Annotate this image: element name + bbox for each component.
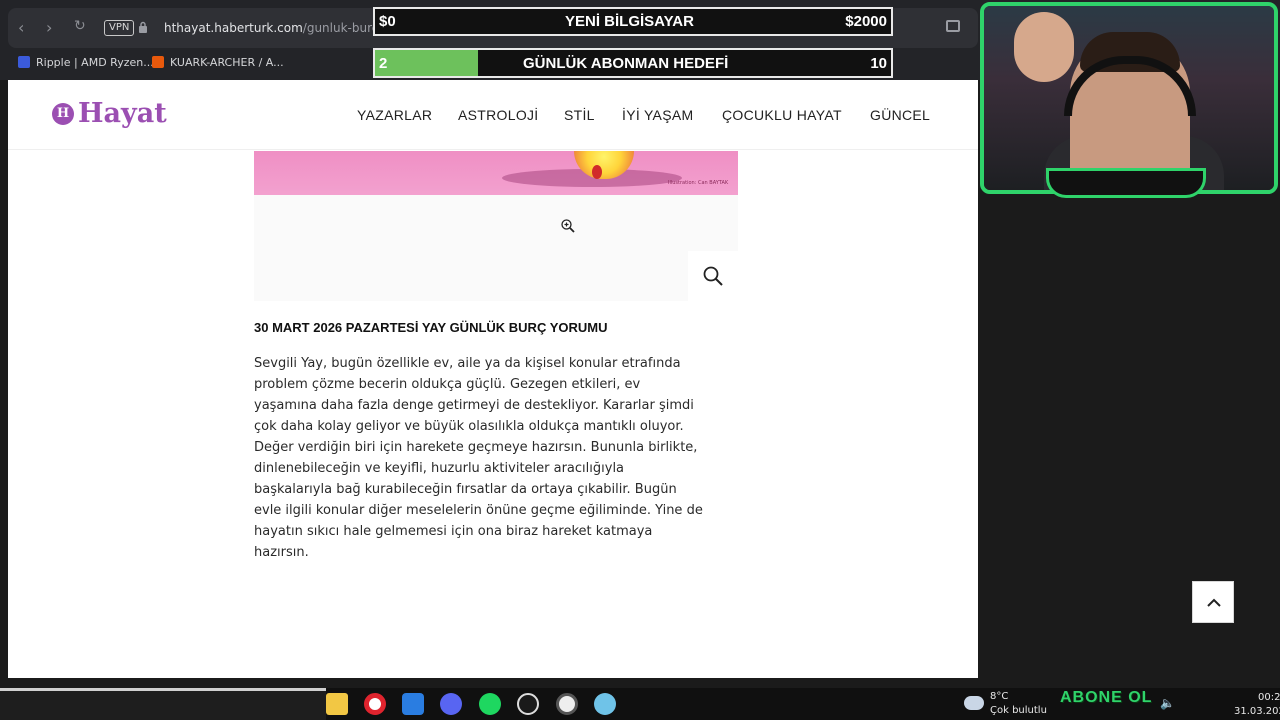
goal-progress-fill xyxy=(375,50,479,76)
webcam-overlay xyxy=(980,2,1278,194)
webcam-hand xyxy=(1014,12,1074,82)
spotify-icon[interactable] xyxy=(479,693,501,715)
weather-desc[interactable]: Çok bulutlu xyxy=(990,705,1047,716)
zoom-in-cursor-icon xyxy=(561,219,575,233)
webcam-frame-tab xyxy=(1046,168,1206,198)
discord-icon[interactable] xyxy=(440,693,462,715)
article-line: başkalarıyla bağ kurabileceğin fırsatlar… xyxy=(254,482,677,497)
article-line: evle ilgili konular diğer meselelerin ön… xyxy=(254,503,703,518)
article-line: Sevgili Yay, bugün özellikle ev, aile ya… xyxy=(254,356,681,371)
reload-icon[interactable]: ↻ xyxy=(74,18,86,34)
goal-title: GÜNLÜK ABONMAN HEDEFİ xyxy=(523,55,729,72)
article-image[interactable]: Illustration: Can BAYTAK xyxy=(254,151,738,195)
menu-stil[interactable]: STİL xyxy=(564,107,595,123)
app-icon[interactable] xyxy=(594,693,616,715)
article-line: dinlenebileceğin ve keyifli, huzurlu akt… xyxy=(254,461,625,476)
donation-target: $2000 xyxy=(845,13,887,30)
search-icon xyxy=(703,266,723,286)
bookmark-kuark[interactable]: KUARK-ARCHER / A... xyxy=(152,54,284,70)
media-player-icon[interactable] xyxy=(556,693,578,715)
lock-icon[interactable] xyxy=(138,21,148,33)
image-drop xyxy=(592,165,602,179)
article-line: yaşamına daha fazla denge getirmeyi de d… xyxy=(254,398,694,413)
menu-astroloji[interactable]: ASTROLOJİ xyxy=(458,107,539,123)
forward-icon[interactable]: › xyxy=(46,18,52,37)
vpn-badge[interactable]: VPN xyxy=(104,20,135,36)
image-zoom-button[interactable] xyxy=(688,251,738,301)
back-icon[interactable]: ‹ xyxy=(18,18,24,37)
sidebar-toggle-icon[interactable] xyxy=(946,20,960,32)
weather-temp[interactable]: 8°C xyxy=(990,691,1008,702)
menu-cocuklu-hayat[interactable]: ÇOCUKLU HAYAT xyxy=(722,107,842,123)
article-body: Sevgili Yay, bugün özellikle ev, aile ya… xyxy=(254,353,742,563)
site-logo[interactable]: H Hayat xyxy=(52,98,167,129)
article-line: hayatın sıkıcı hale gelmemesi için ona b… xyxy=(254,524,653,539)
image-credit: Illustration: Can BAYTAK xyxy=(668,180,729,186)
image-caption-area xyxy=(254,195,738,301)
chevron-up-icon xyxy=(1207,598,1221,607)
volume-icon[interactable]: 🔈 xyxy=(1160,696,1175,710)
article-line: Değer verdiğin biri için harekete geçmey… xyxy=(254,440,698,455)
article-line: problem çözme becerin oldukça güçlü. Gez… xyxy=(254,377,641,392)
donation-current: $0 xyxy=(379,13,396,30)
web-page: H Hayat YAZARLAR ASTROLOJİ STİL İYİ YAŞA… xyxy=(8,80,978,678)
logo-mark-icon: H xyxy=(52,102,74,125)
subscriber-goal-overlay: 2 GÜNLÜK ABONMAN HEDEFİ 10 xyxy=(373,48,893,78)
clock-time[interactable]: 00:2 xyxy=(1258,692,1280,703)
weather-icon xyxy=(964,696,984,710)
goal-current: 2 xyxy=(379,55,388,72)
bookmark-ripple[interactable]: Ripple | AMD Ryzen... xyxy=(18,54,154,70)
article-line: hazırsın. xyxy=(254,545,309,560)
obs-icon[interactable] xyxy=(517,693,539,715)
abone-ol-overlay: ABONE OL xyxy=(1060,689,1153,706)
taskbar: 8°C Çok bulutlu ABONE OL 🔈 00:2 31.03.20… xyxy=(0,688,1280,720)
mail-icon[interactable] xyxy=(402,693,424,715)
menu-iyi-yasam[interactable]: İYİ YAŞAM xyxy=(622,107,693,123)
donation-title: YENİ BİLGİSAYAR xyxy=(565,13,694,30)
article-title: 30 MART 2026 PAZARTESİ YAY GÜNLÜK BURÇ Y… xyxy=(254,320,608,335)
menu-yazarlar[interactable]: YAZARLAR xyxy=(357,107,432,123)
amd-icon xyxy=(18,56,30,68)
site-header: H Hayat YAZARLAR ASTROLOJİ STİL İYİ YAŞA… xyxy=(8,80,978,150)
menu-guncel[interactable]: GÜNCEL xyxy=(870,107,930,123)
article-line: çok daha kolay geliyor ve büyük olasılık… xyxy=(254,419,684,434)
goal-target: 10 xyxy=(870,55,887,72)
donation-goal-overlay: $0 YENİ BİLGİSAYAR $2000 xyxy=(373,7,893,36)
scroll-to-top-button[interactable] xyxy=(1192,581,1234,623)
clock-date[interactable]: 31.03.202 xyxy=(1234,706,1280,717)
opera-icon[interactable] xyxy=(364,693,386,715)
file-explorer-icon[interactable] xyxy=(326,693,348,715)
taskbar-search[interactable] xyxy=(0,688,326,720)
github-icon xyxy=(152,56,164,68)
